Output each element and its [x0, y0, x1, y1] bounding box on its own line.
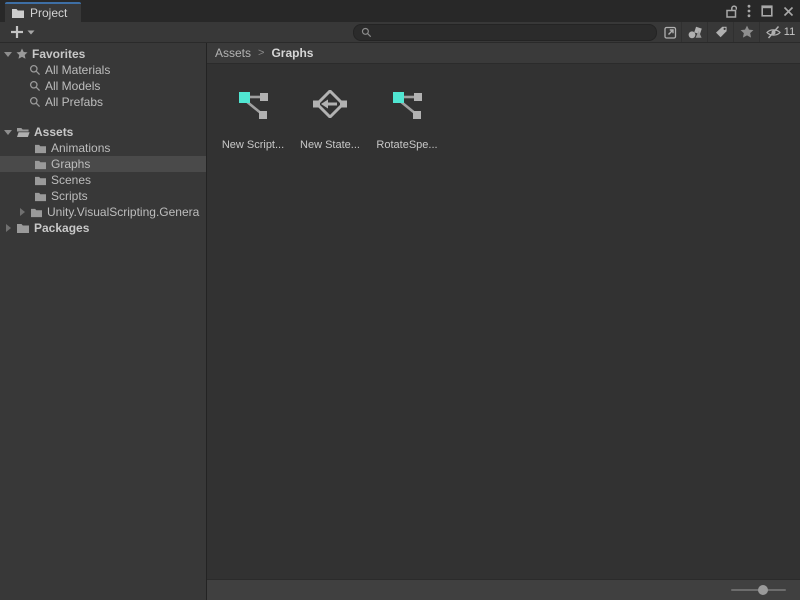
- asset-browser-panel: Assets > Graphs New Script... New State.…: [207, 43, 800, 600]
- caret-down-icon: [27, 30, 35, 35]
- search-field[interactable]: [353, 24, 657, 41]
- window-tab-bar: Project: [0, 0, 800, 22]
- maximize-icon[interactable]: [761, 5, 773, 17]
- sidebar-item-all-materials[interactable]: All Materials: [0, 62, 206, 78]
- sidebar-label: All Prefabs: [45, 95, 103, 109]
- sidebar-item-scripts[interactable]: Scripts: [0, 188, 206, 204]
- folder-icon: [16, 222, 30, 234]
- search-icon: [361, 27, 372, 38]
- breadcrumb: Assets > Graphs: [207, 43, 800, 64]
- sidebar-item-graphs[interactable]: Graphs: [0, 156, 206, 172]
- type-filter-icon: [687, 25, 703, 40]
- sidebar-section-favorites[interactable]: Favorites: [0, 46, 206, 62]
- chevron-down-icon[interactable]: [4, 52, 12, 57]
- chevron-right-icon[interactable]: [20, 208, 25, 216]
- folder-icon: [34, 159, 47, 170]
- asset-item-new-script[interactable]: New Script...: [221, 86, 285, 151]
- hidden-count: 11: [784, 26, 795, 38]
- kebab-menu-icon[interactable]: [747, 4, 751, 18]
- breadcrumb-separator: >: [258, 47, 264, 59]
- open-in-search-icon: [663, 25, 678, 40]
- sidebar-label: Animations: [51, 141, 110, 155]
- save-search-button[interactable]: [733, 22, 759, 42]
- breadcrumb-root[interactable]: Assets: [215, 46, 251, 60]
- star-icon: [16, 48, 28, 60]
- sidebar-item-animations[interactable]: Animations: [0, 140, 206, 156]
- lock-open-icon[interactable]: [725, 4, 737, 18]
- asset-grid: New Script... New State... RotateSpe...: [207, 64, 800, 579]
- hidden-count-toggle[interactable]: 11: [759, 22, 800, 42]
- tab-label: Project: [30, 6, 67, 20]
- project-toolbar: 11: [0, 22, 800, 43]
- state-graph-icon: [312, 86, 348, 122]
- sidebar-section-packages[interactable]: Packages: [0, 220, 206, 236]
- folder-icon: [30, 207, 43, 218]
- folder-icon: [34, 191, 47, 202]
- asset-label: New Script...: [222, 139, 284, 151]
- asset-label: RotateSpe...: [376, 139, 437, 151]
- sidebar-item-scenes[interactable]: Scenes: [0, 172, 206, 188]
- project-tree-sidebar: Favorites All Materials All Models All P…: [0, 43, 207, 600]
- star-icon: [740, 25, 754, 39]
- close-icon[interactable]: [783, 6, 794, 17]
- label-filter-icon: [714, 25, 728, 39]
- sidebar-label: Graphs: [51, 157, 90, 171]
- open-in-search-button[interactable]: [659, 22, 681, 42]
- sidebar-label: Unity.VisualScripting.Genera: [47, 205, 199, 219]
- script-graph-icon: [389, 86, 425, 122]
- sidebar-label: All Models: [45, 79, 100, 93]
- sidebar-item-all-prefabs[interactable]: All Prefabs: [0, 94, 206, 110]
- search-icon: [29, 96, 41, 108]
- status-bar: [207, 579, 800, 600]
- sidebar-label: All Materials: [45, 63, 110, 77]
- add-icon: [10, 25, 24, 39]
- sidebar-label: Scripts: [51, 189, 88, 203]
- asset-item-new-state[interactable]: New State...: [298, 86, 362, 151]
- sidebar-label: Assets: [34, 125, 73, 139]
- sidebar-section-assets[interactable]: Assets: [0, 124, 206, 140]
- zoom-slider[interactable]: [731, 589, 786, 591]
- tab-project[interactable]: Project: [5, 2, 81, 22]
- zoom-slider-thumb[interactable]: [758, 585, 768, 595]
- sidebar-label: Scenes: [51, 173, 91, 187]
- sidebar-item-all-models[interactable]: All Models: [0, 78, 206, 94]
- search-icon: [29, 80, 41, 92]
- chevron-right-icon[interactable]: [6, 224, 11, 232]
- search-by-label-button[interactable]: [707, 22, 733, 42]
- create-add-button[interactable]: [6, 22, 39, 42]
- asset-item-rotatespeed[interactable]: RotateSpe...: [375, 86, 439, 151]
- folder-icon: [34, 143, 47, 154]
- folder-icon: [34, 175, 47, 186]
- sidebar-label: Packages: [34, 221, 89, 235]
- sidebar-label: Favorites: [32, 47, 85, 61]
- script-graph-icon: [235, 86, 271, 122]
- search-icon: [29, 64, 41, 76]
- breadcrumb-current[interactable]: Graphs: [271, 46, 313, 60]
- asset-label: New State...: [300, 139, 360, 151]
- chevron-down-icon[interactable]: [4, 130, 12, 135]
- sidebar-item-unity-visualscripting[interactable]: Unity.VisualScripting.Genera: [0, 204, 206, 220]
- folder-open-icon: [16, 126, 30, 138]
- folder-icon: [11, 7, 25, 19]
- search-input[interactable]: [377, 26, 649, 38]
- search-by-type-button[interactable]: [681, 22, 707, 42]
- eye-off-icon: [765, 25, 782, 39]
